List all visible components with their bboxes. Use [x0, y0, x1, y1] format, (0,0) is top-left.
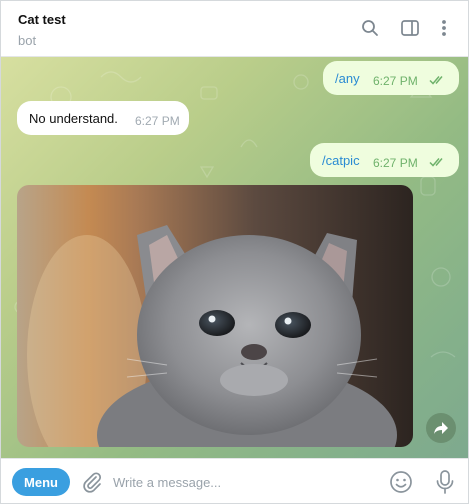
search-icon[interactable]: [359, 17, 381, 39]
emoji-icon[interactable]: [389, 470, 413, 494]
chat-title[interactable]: Cat test: [18, 12, 66, 27]
read-checkmarks-icon: [429, 158, 443, 167]
photo-message[interactable]: [17, 185, 413, 447]
chat-header: Cat test bot: [1, 1, 468, 57]
message-time: 6:27 PM: [373, 74, 418, 88]
chat-status: bot: [18, 33, 37, 48]
message-time: 6:27 PM: [135, 114, 180, 128]
message-input[interactable]: [113, 468, 373, 496]
paperclip-icon[interactable]: [80, 470, 104, 494]
read-checkmarks-icon: [429, 76, 443, 85]
microphone-icon[interactable]: [433, 469, 457, 495]
kitten-photo: [17, 185, 413, 447]
message-bubble-outgoing[interactable]: /catpic 6:27 PM: [310, 143, 459, 177]
sidebar-toggle-icon[interactable]: [399, 17, 421, 39]
message-time: 6:27 PM: [373, 156, 418, 170]
chat-history[interactable]: /any 6:27 PM No understand. 6:27 PM /cat…: [1, 57, 468, 458]
message-composer: Menu: [1, 458, 468, 503]
more-vertical-icon[interactable]: [433, 17, 455, 39]
forward-button[interactable]: [426, 413, 456, 443]
message-bubble-incoming[interactable]: No understand. 6:27 PM: [17, 101, 189, 135]
message-text: No understand.: [29, 111, 118, 126]
forward-icon: [434, 422, 448, 434]
message-bubble-outgoing[interactable]: /any 6:27 PM: [323, 61, 459, 95]
message-text: /catpic: [322, 153, 360, 168]
menu-button[interactable]: Menu: [12, 468, 70, 496]
message-text: /any: [335, 71, 360, 86]
chat-window: Cat test bot /any 6:27 PM No understand.…: [0, 0, 469, 504]
